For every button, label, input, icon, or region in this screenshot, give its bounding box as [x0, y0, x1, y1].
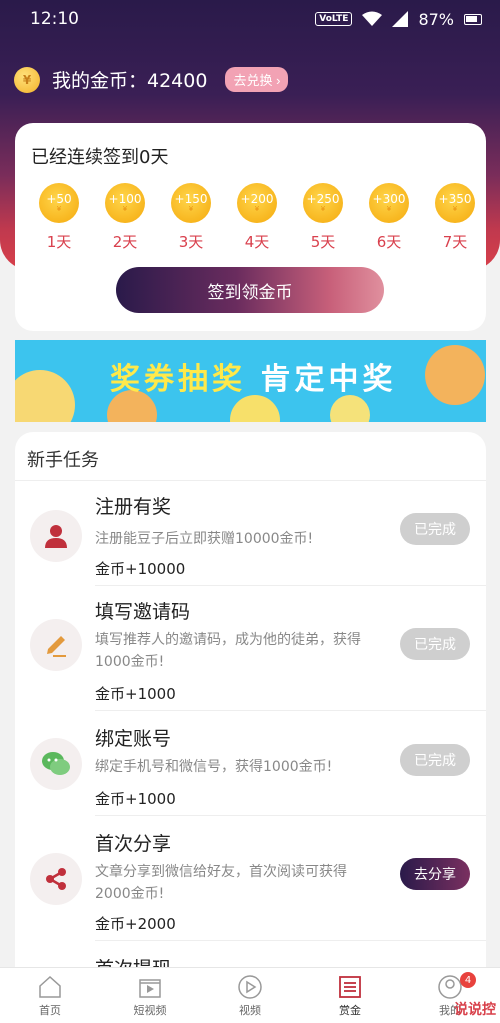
signin-streak-title: 已经连续签到0天 — [31, 147, 169, 168]
nav-label: 赏金 — [339, 1003, 361, 1017]
divider — [95, 585, 486, 586]
day-reward: +350 — [438, 191, 472, 206]
clapper-icon — [139, 978, 161, 998]
day-label: 7天 — [442, 233, 468, 251]
battery-icon — [464, 13, 482, 25]
day-reward: +150 — [174, 191, 208, 206]
status-bar: 12:10 VoLTE 87% — [0, 0, 500, 38]
signin-day: +50 ¥ 1天 — [37, 183, 81, 252]
day-coin-icon: +100 ¥ — [105, 183, 145, 223]
task-description: 文章分享到微信给好友，首次阅读可获得2000金币! — [95, 864, 347, 902]
home-icon — [39, 975, 61, 998]
day-coin-icon: +350 ¥ — [435, 183, 475, 223]
task-description: 注册能豆子后立即获赠10000金币! — [95, 531, 314, 547]
task-title: 填写邀请码 — [95, 601, 191, 623]
task-status-button[interactable]: 已完成 — [400, 628, 470, 660]
nav-home[interactable]: 首页 — [0, 968, 100, 1023]
my-coins-label: 我的金币：42400 — [52, 70, 208, 92]
task-title: 注册有奖 — [95, 496, 172, 518]
banner-title: 奖券抽奖 肯定中奖 — [110, 354, 396, 398]
user-icon — [30, 510, 82, 562]
nav-label: 首页 — [39, 1003, 61, 1017]
nav-label: 视频 — [239, 1003, 261, 1017]
watermark: 说说控 — [454, 1002, 496, 1018]
divider — [95, 815, 486, 816]
banner-cartoon — [15, 370, 75, 422]
lottery-banner[interactable]: 奖券抽奖 肯定中奖 — [15, 340, 486, 422]
volte-icon: VoLTE — [315, 12, 353, 26]
share-icon — [30, 853, 82, 905]
pencil-icon — [30, 619, 82, 671]
battery-percent: 87% — [418, 9, 454, 29]
wechat-icon — [30, 738, 82, 790]
signin-day: +100 ¥ 2天 — [103, 183, 147, 252]
day-label: 4天 — [244, 233, 270, 251]
divider — [95, 940, 486, 941]
banner-text-guaranteed: 肯定中奖 — [260, 362, 397, 397]
bottom-navigation: 首页 短视频 视频 赏金 4 我的 说说控 — [0, 967, 500, 1023]
day-label: 5天 — [310, 233, 336, 251]
day-coin-icon: +250 ¥ — [303, 183, 343, 223]
coin-icon: ¥ — [14, 66, 40, 93]
day-label: 1天 — [46, 233, 72, 251]
go-share-button[interactable]: 去分享 — [400, 858, 470, 890]
signin-day: +300 ¥ 6天 — [367, 183, 411, 252]
signin-day: +150 ¥ 3天 — [169, 183, 213, 252]
day-label: 6天 — [376, 233, 402, 251]
day-reward: +200 — [240, 191, 274, 206]
signin-day: +250 ¥ 5天 — [301, 183, 345, 252]
day-coin-icon: +300 ¥ — [369, 183, 409, 223]
nav-video[interactable]: 视频 — [200, 968, 300, 1023]
banner-cartoon — [230, 395, 280, 422]
signin-day: +200 ¥ 4天 — [235, 183, 279, 252]
task-reward: 金币+10000 — [95, 560, 186, 578]
signin-days: +50 ¥ 1天 +100 ¥ 2天 +150 ¥ 3天 +200 ¥ 4天 +250 ¥… — [37, 183, 477, 252]
nav-bounty[interactable]: 赏金 — [300, 968, 400, 1023]
nav-label: 短视频 — [133, 1003, 167, 1017]
day-reward: +250 — [306, 191, 340, 206]
nav-short-video[interactable]: 短视频 — [100, 968, 200, 1023]
newbie-tasks-card: 新手任务 注册有奖 注册能豆子后立即获赠10000金币! 金币+10000 已完… — [15, 432, 486, 992]
day-coin-icon: +200 ¥ — [237, 183, 277, 223]
task-status-button[interactable]: 已完成 — [400, 513, 470, 545]
tasks-header: 新手任务 — [27, 450, 99, 471]
day-coin-icon: +150 ¥ — [171, 183, 211, 223]
task-reward: 金币+2000 — [95, 915, 176, 933]
wifi-icon — [362, 11, 383, 26]
day-label: 2天 — [112, 233, 138, 251]
task-reward: 金币+1000 — [95, 790, 176, 808]
day-label: 3天 — [178, 233, 204, 251]
signin-day: +350 ¥ 7天 — [433, 183, 477, 252]
task-description: 填写推荐人的邀请码，成为他的徒弟，获得1000金币! — [95, 632, 361, 670]
banner-cartoon — [425, 345, 485, 405]
task-description: 绑定手机号和微信号，获得1000金币! — [95, 759, 333, 775]
divider — [15, 480, 486, 481]
divider — [95, 710, 486, 711]
status-time: 12:10 — [30, 9, 79, 29]
task-reward: 金币+1000 — [95, 685, 176, 703]
day-coin-icon: +50 ¥ — [39, 183, 79, 223]
day-reward: +100 — [108, 191, 142, 206]
profile-icon — [438, 974, 462, 999]
my-coins-row: ¥ 我的金币：42400 去兑换 › — [14, 66, 289, 93]
signal-icon — [392, 11, 409, 27]
task-status-button[interactable]: 已完成 — [400, 744, 470, 776]
play-icon — [238, 974, 262, 999]
signin-card: 已经连续签到0天 +50 ¥ 1天 +100 ¥ 2天 +150 ¥ 3天 +200 ¥… — [15, 123, 486, 331]
banner-text-lottery: 奖券抽奖 — [110, 362, 246, 397]
day-reward: +300 — [372, 191, 406, 206]
list-icon — [339, 975, 361, 998]
signin-button[interactable]: 签到领金币 — [116, 267, 384, 313]
day-reward: +50 — [46, 191, 72, 206]
task-title: 首次分享 — [95, 833, 172, 855]
exchange-button[interactable]: 去兑换 › — [225, 67, 289, 92]
notification-badge: 4 — [460, 972, 476, 988]
banner-cartoon — [330, 395, 370, 422]
task-title: 绑定账号 — [95, 728, 172, 750]
